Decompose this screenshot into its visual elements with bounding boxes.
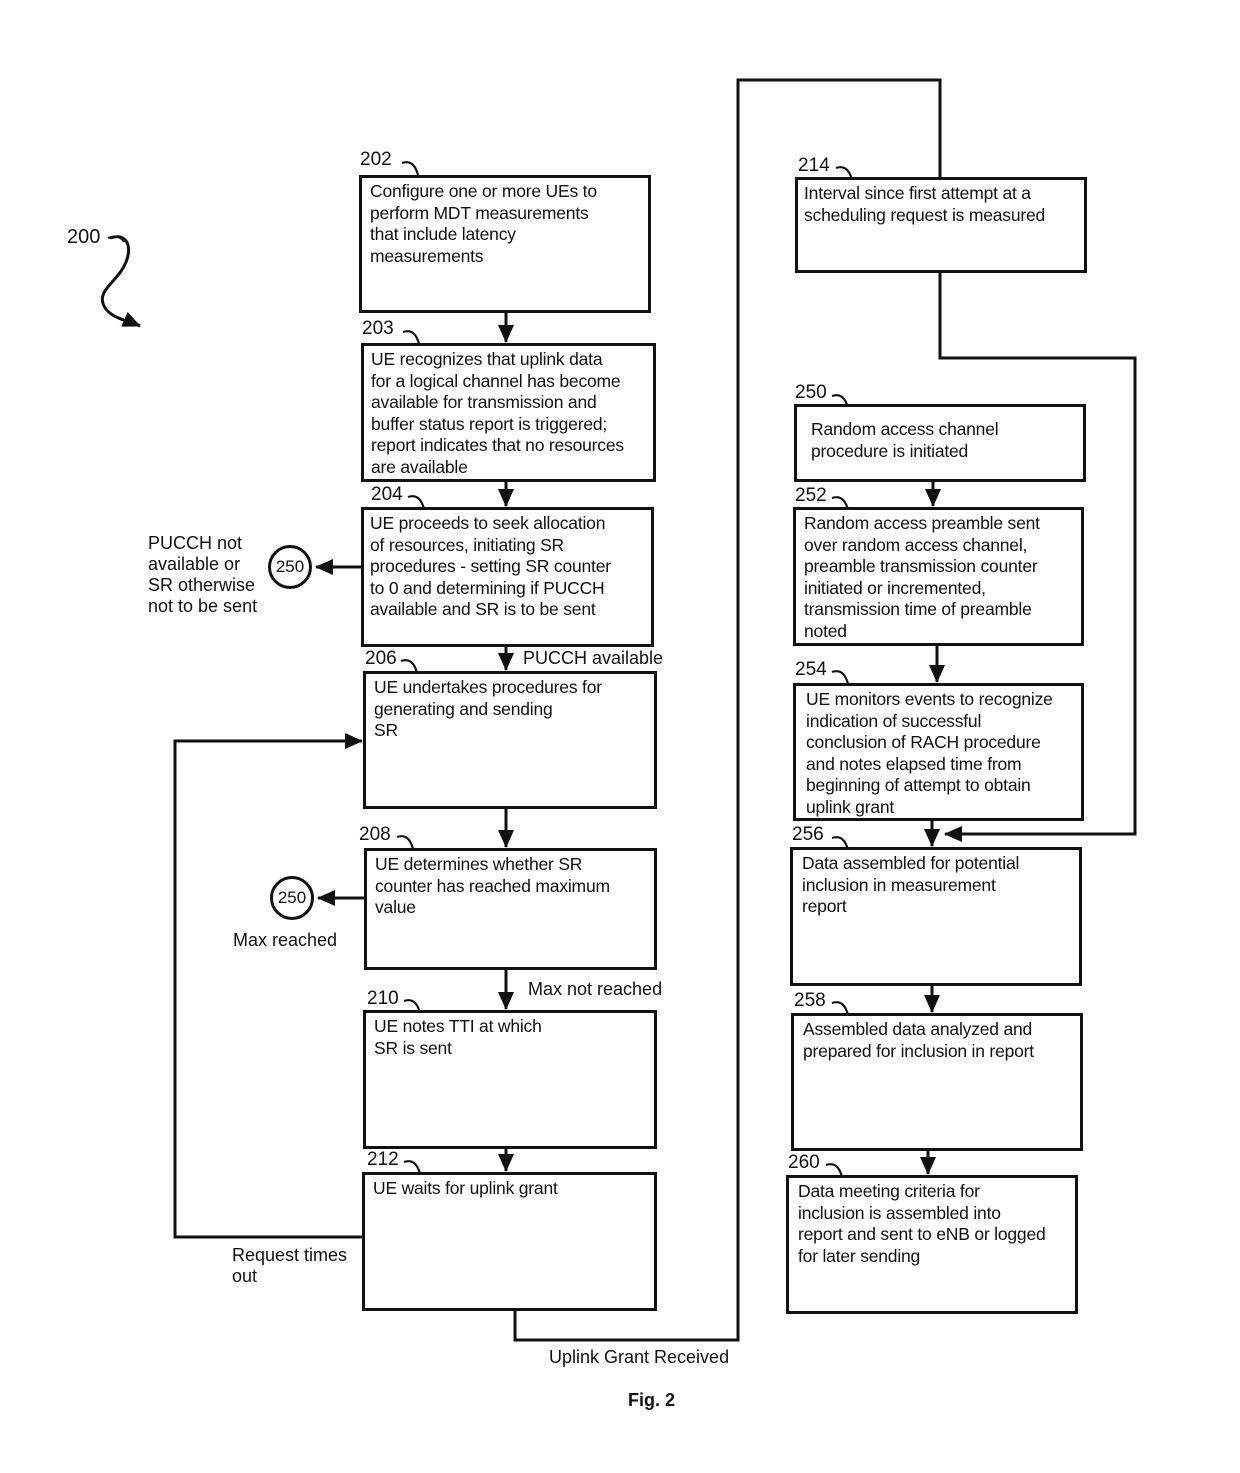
edge-label-max-not-reached: Max not reached bbox=[528, 979, 663, 999]
step-ref-210: 210 bbox=[367, 988, 399, 1009]
connector-250-circle: 250 bbox=[270, 876, 314, 920]
step-ref-260: 260 bbox=[788, 1152, 820, 1173]
loop-timeout-to-206 bbox=[173, 733, 363, 1239]
step-box-250: Random access channel procedure is initi… bbox=[794, 404, 1086, 482]
ref-hook-202 bbox=[401, 161, 420, 176]
step-box-203: UE recognizes that uplink data for a log… bbox=[361, 343, 656, 482]
step-ref-206: 206 bbox=[365, 648, 397, 669]
step-box-206: UE undertakes procedures for generating … bbox=[363, 671, 657, 809]
step-ref-202: 202 bbox=[360, 149, 392, 170]
step-ref-208: 208 bbox=[359, 824, 391, 845]
edge-label-max-reached: Max reached bbox=[233, 930, 338, 950]
step-ref-250: 250 bbox=[795, 382, 827, 403]
step-box-204: UE proceeds to seek allocation of resour… bbox=[361, 507, 654, 647]
step-box-214: Interval since first attempt at a schedu… bbox=[795, 177, 1087, 273]
step-box-208: UE determines whether SR counter has rea… bbox=[364, 848, 657, 970]
step-ref-252: 252 bbox=[795, 485, 827, 506]
step-ref-254: 254 bbox=[795, 659, 827, 680]
step-box-254: UE monitors events to recognize indicati… bbox=[793, 683, 1084, 821]
edge-label-pucch-not-available: PUCCH not available or SR otherwise not … bbox=[148, 533, 258, 616]
connector-250-circle: 250 bbox=[268, 545, 312, 589]
step-ref-214: 214 bbox=[798, 155, 830, 176]
step-ref-212: 212 bbox=[367, 1149, 399, 1170]
edge-label-request-times-out: Request times out bbox=[232, 1245, 348, 1286]
step-ref-256: 256 bbox=[792, 824, 824, 845]
step-box-258: Assembled data analyzed and prepared for… bbox=[791, 1013, 1083, 1151]
step-ref-203: 203 bbox=[362, 318, 394, 339]
figure-pointer-arrow bbox=[100, 235, 141, 328]
step-box-252: Random access preamble sent over random … bbox=[793, 507, 1084, 646]
figure-caption: Fig. 2 bbox=[628, 1390, 676, 1410]
ref-hook-200 bbox=[107, 235, 125, 243]
step-ref-258: 258 bbox=[794, 990, 826, 1011]
step-box-212: UE waits for uplink grant bbox=[362, 1172, 657, 1311]
step-box-260: Data meeting criteria for inclusion is a… bbox=[786, 1175, 1078, 1314]
step-ref-204: 204 bbox=[371, 484, 403, 505]
edge-label-pucch-available: PUCCH available bbox=[523, 648, 664, 668]
step-box-202: Configure one or more UEs to perform MDT… bbox=[359, 175, 651, 313]
step-box-256: Data assembled for potential inclusion i… bbox=[790, 847, 1082, 986]
figure-ref-number: 200 bbox=[67, 226, 101, 248]
step-box-210: UE notes TTI at which SR is sent bbox=[363, 1010, 657, 1149]
edge-label-uplink-grant-received: Uplink Grant Received bbox=[549, 1347, 730, 1367]
